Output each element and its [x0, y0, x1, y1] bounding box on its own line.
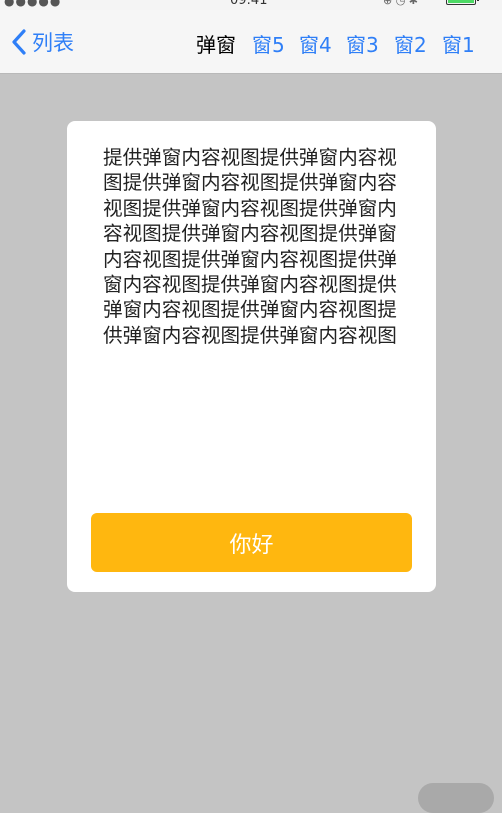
nav-title: 弹窗 [196, 33, 236, 57]
dialog-content-text: 提供弹窗内容视图提供弹窗内容视图提供弹窗内容视图提供弹窗内容视图提供弹窗内容视图… [103, 146, 397, 347]
status-bar: ●●●●● 09:41 ⊕ ◷ ✱ [0, 0, 502, 10]
dialog-confirm-button[interactable]: 你好 [91, 513, 412, 572]
dialog-button-label: 你好 [229, 531, 274, 557]
battery-tip [477, 0, 479, 1]
nav-item-window1[interactable]: 窗1 [442, 29, 475, 58]
back-button-label: 列表 [32, 31, 74, 55]
signal-indicator: ●●●●● [4, 0, 62, 8]
nav-item-window2[interactable]: 窗2 [394, 29, 427, 58]
chevron-left-icon [12, 29, 26, 55]
nav-item-window3[interactable]: 窗3 [346, 29, 379, 58]
back-button[interactable]: 列表 [12, 24, 74, 60]
floating-handle[interactable] [418, 783, 494, 813]
popup-dialog: 提供弹窗内容视图提供弹窗内容视图提供弹窗内容视图提供弹窗内容视图提供弹窗内容视图… [67, 121, 436, 592]
status-time: 09:41 [230, 0, 268, 8]
battery-icon [446, 0, 476, 5]
navigation-bar: 列表 弹窗 窗5 窗4 窗3 窗2 窗1 [0, 10, 502, 74]
nav-item-window5[interactable]: 窗5 [252, 29, 285, 58]
status-icons: ⊕ ◷ ✱ [383, 0, 419, 7]
nav-item-window4[interactable]: 窗4 [299, 29, 332, 58]
